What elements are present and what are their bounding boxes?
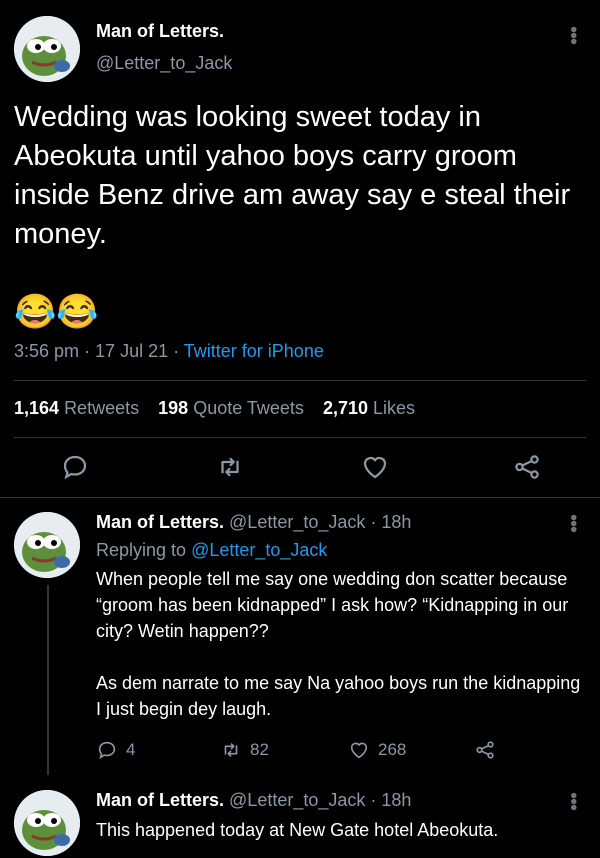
reply-author-name[interactable]: Man of Letters. [96, 790, 224, 810]
like-count: 268 [378, 740, 407, 759]
reply-header: Man of Letters. @Letter_to_Jack · 18h [96, 512, 412, 532]
reply-age[interactable]: 18h [381, 790, 411, 810]
tweet-meta: 3:56 pm · 17 Jul 21 · Twitter for iPhone [14, 341, 324, 361]
tweet-text: Wedding was looking sweet today in Abeok… [14, 101, 571, 250]
thread-line [47, 585, 49, 775]
divider [14, 380, 586, 381]
reply-author-name[interactable]: Man of Letters. [96, 512, 224, 532]
reply-text: This happened today at New Gate hotel Ab… [96, 820, 499, 840]
reply-header: Man of Letters. @Letter_to_Jack · 18h [96, 790, 412, 810]
author-handle[interactable]: @Letter_to_Jack [96, 53, 232, 74]
tweet-emoji: 😂😂 [14, 293, 99, 331]
divider [14, 437, 586, 438]
likes-stat[interactable]: 2,710 Likes [323, 398, 415, 418]
more-options-icon[interactable]: ••• [562, 26, 584, 44]
heart-icon [350, 742, 368, 759]
retweet-icon [224, 742, 238, 758]
reply-count: 4 [126, 740, 136, 759]
retweet-icon [221, 457, 239, 477]
frog-avatar-icon [14, 16, 80, 82]
retweets-stat[interactable]: 1,164 Retweets [14, 398, 139, 418]
share-button[interactable] [474, 738, 504, 762]
frog-avatar-icon [14, 512, 80, 578]
tweet-time[interactable]: 3:56 pm [14, 341, 79, 361]
heart-icon [363, 456, 387, 479]
avatar[interactable] [14, 512, 80, 578]
author-name[interactable]: Man of Letters. [96, 21, 224, 42]
avatar[interactable] [14, 790, 80, 856]
retweet-count: 82 [250, 740, 269, 759]
share-icon [476, 741, 494, 759]
more-options-icon[interactable]: ••• [562, 792, 584, 810]
avatar[interactable] [14, 16, 80, 82]
mention-link[interactable]: @Letter_to_Jack [191, 540, 327, 560]
like-button[interactable] [360, 452, 390, 482]
retweet-button[interactable] [215, 452, 245, 482]
reply-age[interactable]: 18h [381, 512, 411, 532]
reply-icon [63, 455, 87, 480]
reply-author-handle[interactable]: @Letter_to_Jack [229, 512, 365, 532]
quotes-stat[interactable]: 198 Quote Tweets [158, 398, 304, 418]
tweet-stats: 1,164 Retweets 198 Quote Tweets 2,710 Li… [14, 398, 429, 419]
frog-avatar-icon [14, 790, 80, 856]
separator [0, 497, 600, 498]
share-button[interactable] [512, 452, 542, 482]
reply-author-handle[interactable]: @Letter_to_Jack [229, 790, 365, 810]
share-icon [515, 455, 539, 479]
retweet-count-button[interactable]: 82 [220, 738, 269, 762]
reply-text: When people tell me say one wedding don … [96, 569, 581, 719]
reply-count-button[interactable]: 4 [96, 738, 135, 762]
like-count-button[interactable]: 268 [348, 738, 406, 762]
more-options-icon[interactable]: ••• [562, 514, 584, 532]
tweet-date[interactable]: 17 Jul 21 [95, 341, 168, 361]
reply-button[interactable] [60, 452, 90, 482]
tweet-source[interactable]: Twitter for iPhone [184, 341, 324, 361]
replying-to: Replying to @Letter_to_Jack [96, 540, 328, 560]
reply-icon [98, 741, 116, 760]
